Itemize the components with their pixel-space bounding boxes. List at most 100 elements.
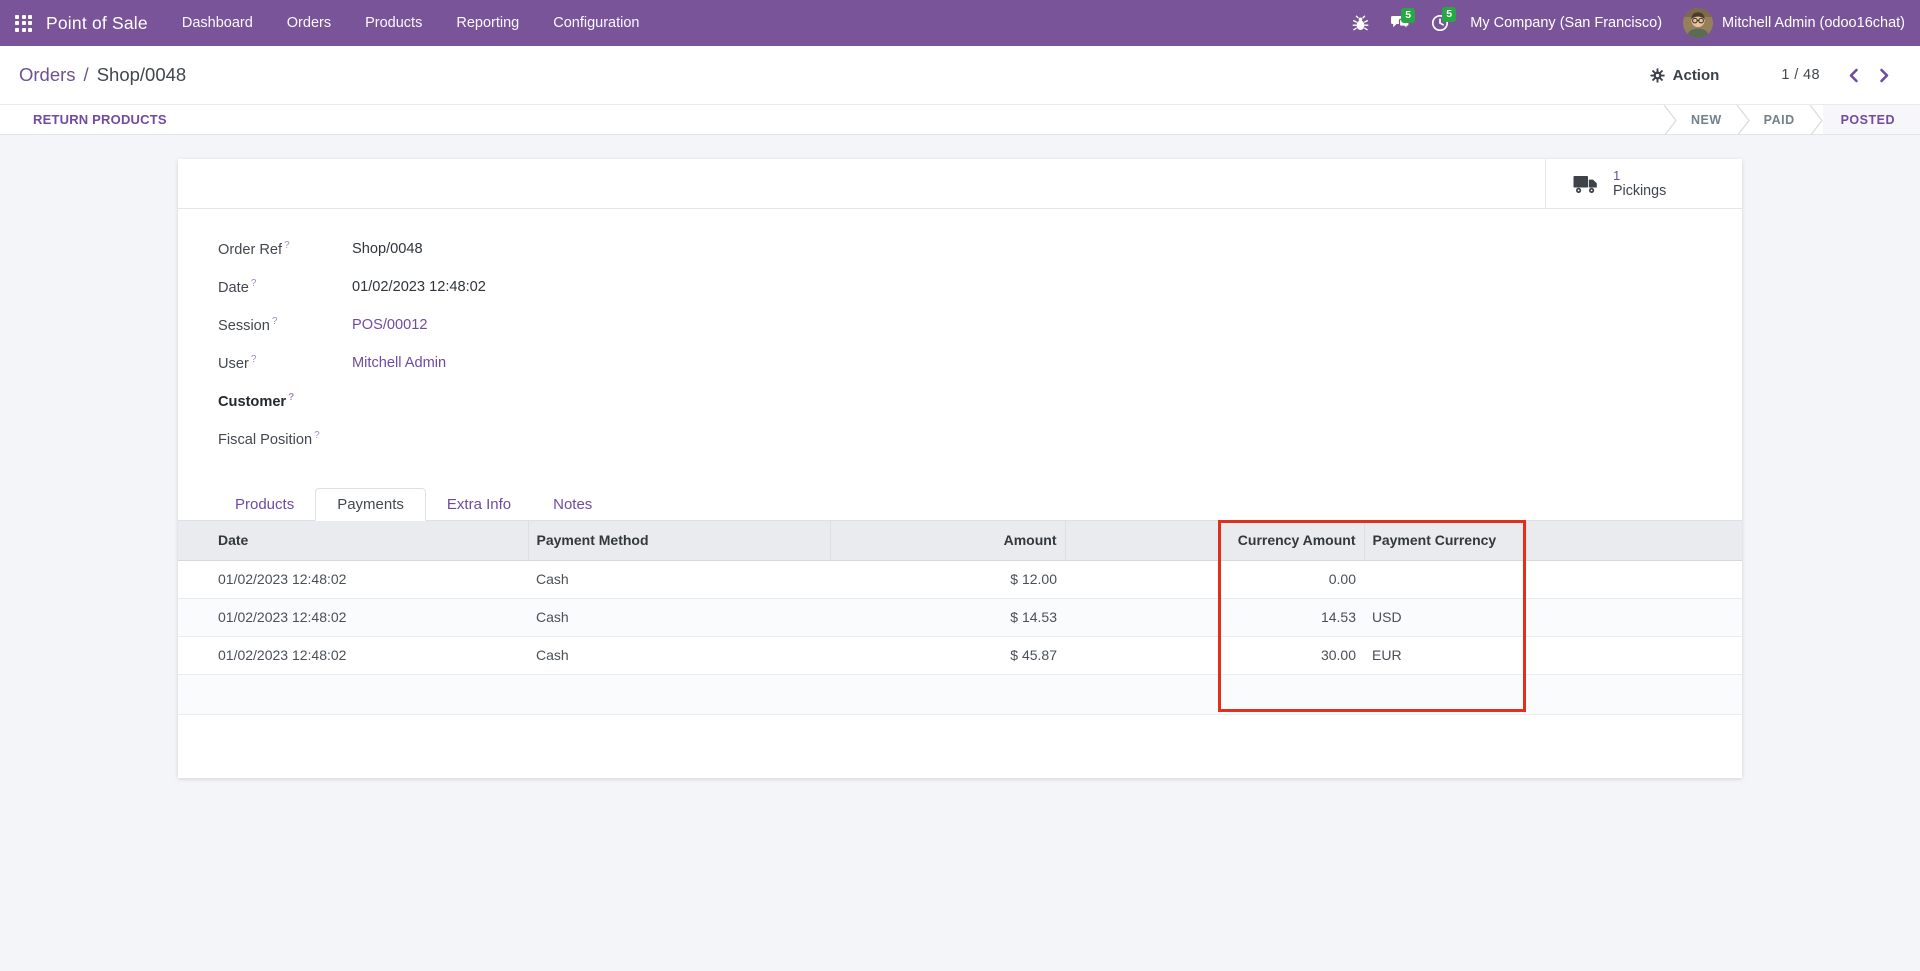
cell-currency-amount: 14.53 — [1065, 598, 1364, 636]
apps-grid-icon — [15, 15, 32, 32]
statusbar-step-new[interactable]: NEW — [1677, 105, 1736, 134]
navbar-menus: Dashboard Orders Products Reporting Conf… — [182, 15, 640, 31]
tab-payments[interactable]: Payments — [315, 488, 426, 521]
truck-icon — [1573, 175, 1600, 194]
column-header-currency-amount[interactable]: Currency Amount — [1065, 521, 1364, 560]
page: Point of Sale Dashboard Orders Products … — [0, 0, 1920, 971]
column-header-payment-currency[interactable]: Payment Currency — [1364, 521, 1526, 560]
action-label: Action — [1673, 67, 1720, 84]
help-icon: ? — [251, 354, 257, 365]
field-label: Date? — [218, 278, 352, 296]
action-menu-button[interactable]: Action — [1650, 67, 1720, 84]
cell-filler — [1526, 598, 1742, 636]
chevron-right-icon — [1879, 68, 1890, 83]
field-label: Customer? — [218, 392, 352, 410]
return-products-button[interactable]: RETURN PRODUCTS — [33, 112, 167, 127]
messages-menu-button[interactable]: 5 — [1390, 15, 1410, 32]
breadcrumb-current: Shop/0048 — [97, 64, 187, 86]
cell-date — [178, 674, 528, 714]
table-header-row: Date Payment Method Amount Currency Amou… — [178, 521, 1742, 560]
navbar-left: Point of Sale Dashboard Orders Products … — [15, 13, 639, 34]
menu-orders[interactable]: Orders — [287, 15, 331, 31]
column-header-amount[interactable]: Amount — [830, 521, 1065, 560]
help-icon: ? — [314, 430, 320, 441]
messages-count-badge: 5 — [1401, 8, 1415, 23]
table-row[interactable]: 01/02/2023 12:48:02 Cash $ 14.53 14.53 U… — [178, 598, 1742, 636]
cell-currency-amount: 0.00 — [1065, 560, 1364, 598]
menu-reporting[interactable]: Reporting — [456, 15, 519, 31]
app-name: Point of Sale — [46, 13, 148, 34]
cell-filler — [1526, 674, 1742, 714]
cell-filler — [1526, 560, 1742, 598]
chevron-left-icon — [1848, 68, 1859, 83]
pager-previous-button[interactable] — [1844, 66, 1863, 85]
activities-menu-button[interactable]: 5 — [1431, 14, 1449, 32]
help-icon: ? — [288, 392, 294, 403]
pager-next-button[interactable] — [1875, 66, 1894, 85]
user-menu[interactable]: Mitchell Admin (odoo16chat) — [1683, 8, 1905, 38]
field-label: Session? — [218, 316, 352, 334]
avatar — [1683, 8, 1713, 38]
user-name: Mitchell Admin (odoo16chat) — [1722, 15, 1905, 31]
gear-icon — [1650, 68, 1665, 83]
field-order-ref: Order Ref? Shop/0048 — [218, 230, 1742, 268]
breadcrumb: Orders / Shop/0048 — [19, 64, 186, 86]
activities-count-badge: 5 — [1442, 7, 1456, 22]
cell-payment-currency: USD — [1364, 598, 1526, 636]
order-form-card: 1 Pickings Order Ref? Shop/0048 Date? 01… — [178, 159, 1742, 778]
column-header-payment-method[interactable]: Payment Method — [528, 521, 830, 560]
pager-value: 1 / 48 — [1781, 67, 1820, 83]
form-statusbar-row: RETURN PRODUCTS NEW PAID POSTED — [0, 104, 1920, 135]
content-area: 1 Pickings Order Ref? Shop/0048 Date? 01… — [0, 135, 1920, 971]
cell-amount: $ 45.87 — [830, 636, 1065, 674]
form-button-box: 1 Pickings — [178, 159, 1742, 209]
statusbar-chevron-icon — [1736, 105, 1750, 134]
payments-table: Date Payment Method Amount Currency Amou… — [178, 521, 1742, 715]
field-date: Date? 01/02/2023 12:48:02 — [218, 268, 1742, 306]
menu-products[interactable]: Products — [365, 15, 422, 31]
tab-products[interactable]: Products — [214, 488, 315, 520]
field-fiscal-position: Fiscal Position? — [218, 420, 1742, 458]
systray: 5 5 My Company (San Francisco) — [1352, 8, 1905, 38]
top-navbar: Point of Sale Dashboard Orders Products … — [0, 0, 1920, 46]
breadcrumb-orders-link[interactable]: Orders — [19, 64, 76, 86]
menu-configuration[interactable]: Configuration — [553, 15, 639, 31]
field-label: Order Ref? — [218, 240, 352, 258]
tab-notes[interactable]: Notes — [532, 488, 613, 520]
session-link[interactable]: POS/00012 — [352, 317, 427, 333]
user-link[interactable]: Mitchell Admin — [352, 355, 446, 371]
statusbar-chevron-icon — [1663, 105, 1677, 134]
help-icon: ? — [284, 240, 290, 251]
pickings-stat-button[interactable]: 1 Pickings — [1545, 159, 1742, 209]
cell-payment-method — [528, 674, 830, 714]
tab-extra-info[interactable]: Extra Info — [426, 488, 532, 520]
table-row[interactable]: 01/02/2023 12:48:02 Cash $ 45.87 30.00 E… — [178, 636, 1742, 674]
cell-amount: $ 12.00 — [830, 560, 1065, 598]
help-icon: ? — [272, 316, 278, 327]
order-ref-value: Shop/0048 — [352, 241, 423, 257]
column-header-date[interactable]: Date — [178, 521, 528, 560]
debug-menu-button[interactable] — [1352, 15, 1369, 32]
table-row[interactable]: 01/02/2023 12:48:02 Cash $ 12.00 0.00 — [178, 560, 1742, 598]
control-panel-right: Action 1 / 48 — [1650, 66, 1894, 85]
apps-menu-button[interactable]: Point of Sale — [15, 13, 148, 34]
company-switcher[interactable]: My Company (San Francisco) — [1470, 15, 1662, 31]
column-header-filler — [1526, 521, 1742, 560]
pickings-label: Pickings — [1613, 183, 1666, 200]
statusbar-step-posted[interactable]: POSTED — [1823, 105, 1920, 134]
cell-payment-currency: EUR — [1364, 636, 1526, 674]
table-row-empty[interactable] — [178, 674, 1742, 714]
field-user: User? Mitchell Admin — [218, 344, 1742, 382]
control-panel: Orders / Shop/0048 — [0, 46, 1920, 104]
menu-dashboard[interactable]: Dashboard — [182, 15, 253, 31]
statusbar-step-paid[interactable]: PAID — [1750, 105, 1809, 134]
pickings-count: 1 — [1613, 168, 1666, 184]
cell-amount: $ 14.53 — [830, 598, 1065, 636]
notebook-tabs: Products Payments Extra Info Notes — [178, 488, 1742, 521]
field-label: Fiscal Position? — [218, 430, 352, 448]
date-value: 01/02/2023 12:48:02 — [352, 279, 486, 295]
cell-payment-method: Cash — [528, 560, 830, 598]
cell-date: 01/02/2023 12:48:02 — [178, 598, 528, 636]
help-icon: ? — [251, 278, 257, 289]
cell-filler — [1526, 636, 1742, 674]
